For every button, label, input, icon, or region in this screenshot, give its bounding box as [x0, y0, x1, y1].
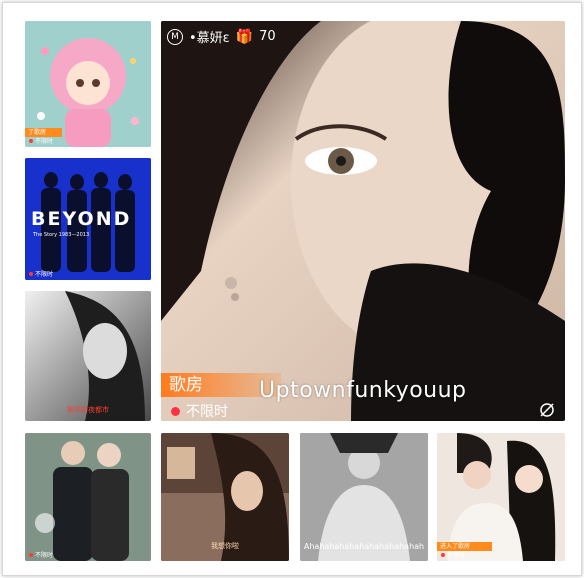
room-card-window-girl[interactable]: 我想你啦 — [161, 433, 289, 561]
room-caption: Ahahahahahahahahahahahah — [303, 542, 425, 551]
collage-frame: 了歌房 不限时 BEYOND The Story 1983—2013 不限时 絮… — [2, 2, 582, 576]
m-badge-icon: M — [167, 28, 183, 45]
live-dot-icon — [171, 406, 180, 416]
album-subtitle: The Story 1983—2013 — [33, 232, 90, 238]
featured-portrait-image — [161, 21, 565, 421]
room-card-jacket-man[interactable]: Ahahahahahahahahahahahah — [300, 433, 428, 561]
live-dot-icon — [29, 552, 33, 557]
time-status: 不限时 — [441, 550, 465, 559]
host-info: M •慕妍ε 🎁 70 — [167, 27, 276, 46]
room-card-white-couple[interactable]: 进入了歌房 不限时 — [437, 433, 565, 561]
live-dot-icon — [441, 552, 445, 557]
time-status: 不限时 — [29, 136, 53, 145]
host-name: •慕妍ε — [189, 31, 230, 46]
song-title: Uptownfunkyouup — [259, 378, 467, 403]
room-caption: 我想你啦 — [211, 542, 239, 550]
room-caption: 絮华的夜都市 — [67, 406, 109, 414]
time-status: 不限时 — [171, 401, 228, 421]
couple-photo-image — [25, 433, 151, 561]
mute-icon[interactable] — [539, 402, 555, 418]
room-card-cartoon-girl[interactable]: 了歌房 不限时 — [25, 21, 151, 147]
live-dot-icon — [29, 138, 33, 143]
gift-icon: 🎁 — [235, 28, 254, 45]
time-status: 不限时 — [29, 269, 53, 278]
featured-room-card[interactable]: M •慕妍ε 🎁 70 歌房 Uptownfunkyouup 不限时 — [161, 21, 565, 421]
bw-portrait-image — [25, 291, 151, 421]
room-card-bw-woman[interactable]: 絮华的夜都市 — [25, 291, 151, 421]
room-card-couple[interactable]: 不限时 — [25, 433, 151, 561]
gift-count: 70 — [259, 29, 276, 44]
room-card-beyond[interactable]: BEYOND The Story 1983—2013 不限时 — [25, 158, 151, 280]
live-dot-icon — [29, 271, 33, 276]
time-status: 不限时 — [29, 550, 53, 559]
album-title: BEYOND — [31, 208, 132, 230]
